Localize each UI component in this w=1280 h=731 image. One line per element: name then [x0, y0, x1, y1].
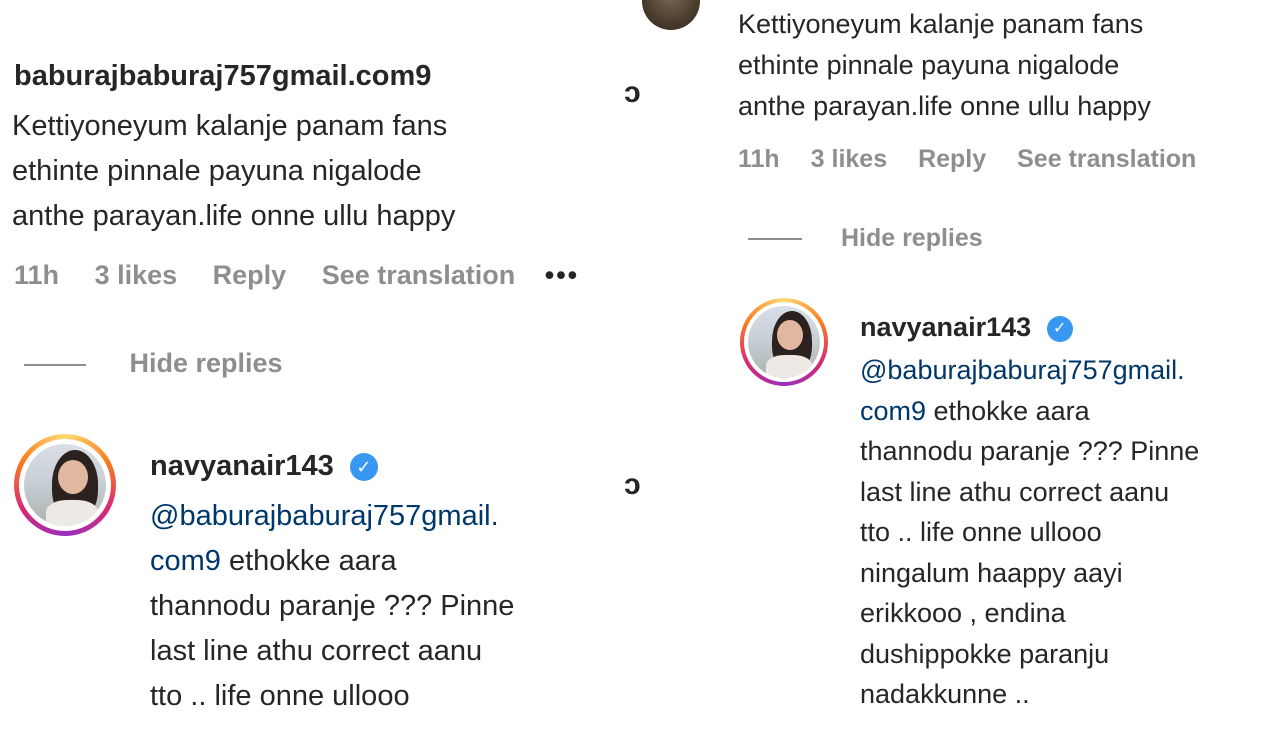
mention-link-cont[interactable]: com9 [860, 396, 926, 426]
heart-icon[interactable]: ↄ [624, 468, 640, 502]
comment-line: ethinte pinnale payuna nigalode [738, 50, 1120, 80]
reply-line: tto .. life onne ullooo [150, 680, 410, 712]
reply-line: tto .. life onne ullooo [860, 517, 1102, 547]
comment-time: 11h [738, 145, 780, 173]
hide-replies-label[interactable]: Hide replies [130, 348, 283, 378]
reply-button[interactable]: Reply [918, 145, 986, 174]
mention-link-cont[interactable]: com9 [150, 545, 221, 577]
hide-replies-toggle[interactable]: Hide replies [748, 224, 983, 253]
hide-replies-divider [24, 363, 86, 366]
comment-username[interactable]: baburajbaburaj757gmail.com9 [14, 60, 431, 93]
comment-meta: 11h 3 likes Reply See translation [738, 145, 1196, 174]
comment-line: Kettiyoneyum kalanje panam fans [12, 110, 448, 142]
reply-text: @baburajbaburaj757gmail. com9 ethokke aa… [860, 350, 1199, 715]
reply-header: navyanair143 ✓ [860, 312, 1073, 343]
reply-line: dushippokke paranju [860, 638, 1110, 669]
comment-line: Kettiyoneyum kalanje panam fans [738, 9, 1144, 39]
reply-line: ningalum haappy aayi [860, 557, 1123, 588]
reply-username[interactable]: navyanair143 [860, 312, 1031, 342]
reply-line: nadakkunne .. [860, 679, 1030, 709]
see-translation-button[interactable]: See translation [322, 260, 516, 291]
comment-line: ethinte pinnale payuna nigalode [12, 155, 422, 187]
comment-line: anthe parayan.life onne ullu happy [12, 200, 456, 232]
reply-text: @baburajbaburaj757gmail. com9 ethokke aa… [150, 494, 514, 719]
comment-likes[interactable]: 3 likes [95, 260, 178, 291]
reply-line: thannodu paranje ??? Pinne [150, 590, 515, 622]
see-translation-button[interactable]: See translation [1017, 145, 1196, 174]
commenter-avatar[interactable] [642, 0, 700, 30]
more-options-icon[interactable]: ••• [545, 260, 579, 291]
comment-line: anthe parayan.life onne ullu happy [738, 91, 1151, 121]
heart-icon[interactable]: ↄ [624, 76, 640, 110]
reply-line: last line athu correct aanu [860, 476, 1170, 507]
verified-badge-icon: ✓ [1046, 315, 1073, 342]
reply-header: navyanair143 ✓ [150, 450, 378, 483]
reply-line: last line athu correct aanu [150, 635, 483, 667]
comment-time: 11h [14, 260, 60, 290]
comment-text: Kettiyoneyum kalanje panam fans ethinte … [738, 4, 1151, 127]
avatar[interactable] [740, 298, 828, 386]
comment-meta: 11h 3 likes Reply See translation ••• [14, 260, 579, 291]
reply-line: erikkooo , endina [860, 598, 1066, 628]
comment-likes[interactable]: 3 likes [811, 145, 887, 174]
avatar[interactable] [14, 434, 116, 536]
reply-line: com9 ethokke aara [150, 545, 397, 577]
reply-username[interactable]: navyanair143 [150, 450, 334, 482]
hide-replies-divider [748, 238, 802, 241]
reply-line: thannodu paranje ??? Pinne [860, 436, 1200, 466]
reply-line: com9 ethokke aara [860, 395, 1090, 426]
left-screenshot-panel: baburajbaburaj757gmail.com9 Kettiyoneyum… [0, 0, 640, 731]
mention-link[interactable]: @baburajbaburaj757gmail. [860, 350, 1199, 391]
reply-button[interactable]: Reply [213, 260, 287, 291]
right-screenshot-panel: Kettiyoneyum kalanje panam fans ethinte … [640, 0, 1280, 731]
comment-text: Kettiyoneyum kalanje panam fans ethinte … [12, 104, 455, 239]
hide-replies-toggle[interactable]: Hide replies [24, 348, 283, 379]
hide-replies-label[interactable]: Hide replies [841, 224, 983, 252]
mention-link[interactable]: @baburajbaburaj757gmail. [150, 494, 514, 539]
verified-badge-icon: ✓ [349, 453, 378, 482]
